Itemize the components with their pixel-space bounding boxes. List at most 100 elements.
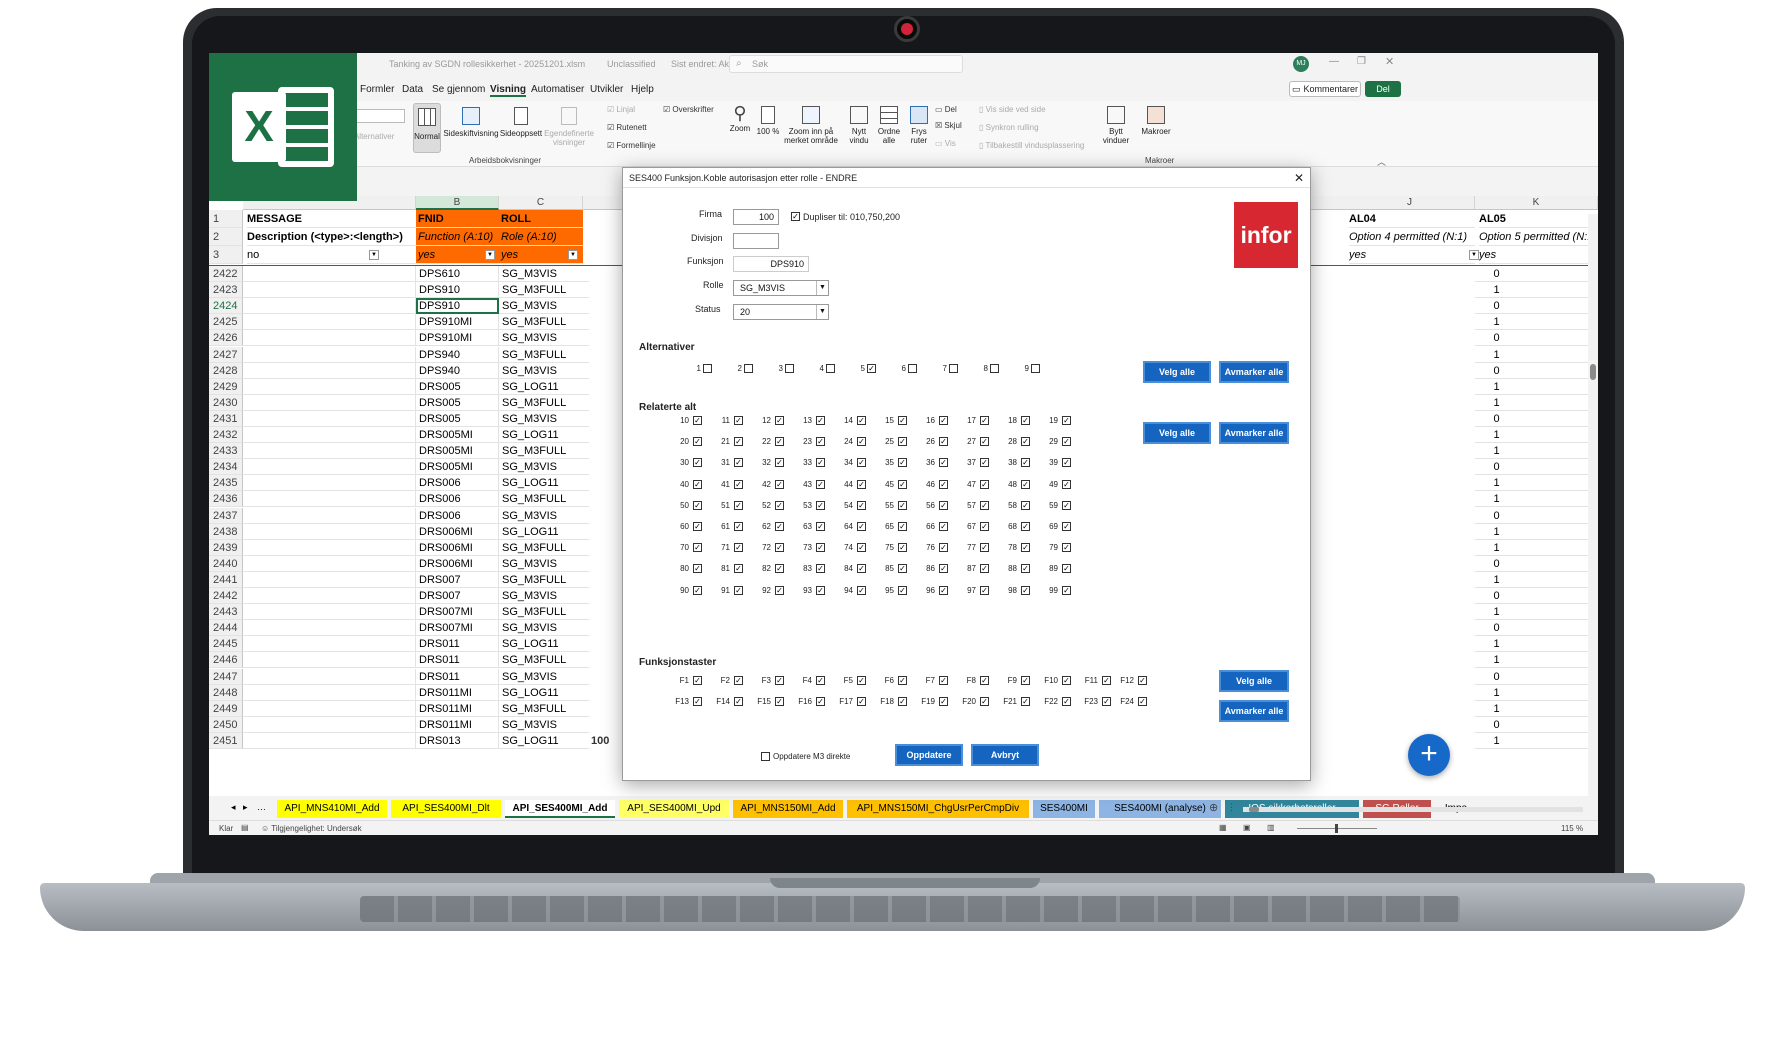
related-option-checkbox[interactable]: ✓ (980, 500, 989, 510)
related-option-checkbox[interactable]: ✓ (857, 564, 866, 574)
table-cell-k[interactable]: 1 (1475, 427, 1588, 443)
table-cell-roll[interactable]: SG_LOG11 (499, 475, 589, 492)
table-cell-a[interactable] (243, 266, 416, 282)
table-cell-fnid[interactable]: DRS011MI (416, 716, 499, 733)
menu-review[interactable]: Se gjennom (432, 84, 485, 95)
ruler-checkbox[interactable]: ☑ Linjal (607, 105, 635, 114)
table-cell-fnid[interactable]: DPS910 (416, 282, 499, 299)
function-key-checkbox[interactable]: ✓ (775, 676, 784, 685)
table-cell-fnid[interactable]: DRS007MI (416, 604, 499, 621)
related-option-checkbox[interactable]: ✓ (857, 416, 866, 425)
row-number[interactable]: 2423 (209, 282, 243, 299)
related-option-checkbox[interactable]: ✓ (1021, 585, 1030, 595)
table-cell-a[interactable] (243, 346, 416, 363)
related-option-checkbox[interactable]: ✓ (1062, 437, 1071, 447)
related-option-checkbox[interactable]: ✓ (857, 479, 866, 489)
related-option-checkbox[interactable]: ✓ (1062, 479, 1071, 489)
alt-option-checkbox[interactable] (744, 364, 753, 373)
table-cell-k[interactable]: 0 (1475, 620, 1588, 637)
function-key-checkbox[interactable]: ✓ (693, 697, 702, 706)
page-layout-status-icon[interactable]: ▣ (1243, 823, 1251, 832)
related-option-checkbox[interactable]: ✓ (775, 416, 784, 425)
table-cell-a[interactable] (243, 571, 416, 588)
table-cell-roll[interactable]: SG_LOG11 (499, 379, 589, 395)
table-cell-roll[interactable]: SG_M3FULL (499, 347, 589, 363)
alt-option-checkbox[interactable] (1031, 364, 1040, 373)
vertical-scrollbar[interactable] (1588, 214, 1598, 796)
alt-option-checkbox[interactable] (990, 364, 999, 373)
fkey-select-all-button[interactable]: Velg alle (1219, 670, 1289, 692)
related-option-checkbox[interactable]: ✓ (734, 437, 743, 447)
row-number[interactable]: 2445 (209, 636, 243, 653)
table-cell-roll[interactable]: SG_M3FULL (499, 395, 589, 411)
dialog-close-icon[interactable]: ✕ (1294, 168, 1304, 188)
related-option-checkbox[interactable]: ✓ (1021, 543, 1030, 553)
related-option-checkbox[interactable]: ✓ (775, 479, 784, 489)
table-cell-fnid[interactable]: DPS940 (416, 346, 499, 363)
table-cell-fnid[interactable]: DRS006 (416, 507, 499, 524)
table-cell-roll[interactable]: SG_M3VIS (499, 588, 589, 604)
function-key-checkbox[interactable]: ✓ (1062, 697, 1071, 706)
column-header-b[interactable]: B (416, 196, 499, 210)
table-cell-k[interactable]: 0 (1475, 717, 1588, 733)
function-key-checkbox[interactable]: ✓ (734, 676, 743, 685)
table-cell-a[interactable] (243, 378, 416, 395)
table-cell-a[interactable] (243, 539, 416, 556)
function-key-checkbox[interactable]: ✓ (816, 676, 825, 685)
function-key-checkbox[interactable]: ✓ (775, 697, 784, 706)
table-cell-a[interactable] (243, 459, 416, 476)
table-cell-fnid[interactable]: DRS011 (416, 668, 499, 685)
related-option-checkbox[interactable]: ✓ (734, 416, 743, 425)
table-cell-roll[interactable]: SG_M3VIS (499, 298, 589, 315)
row-number[interactable]: 2451 (209, 732, 243, 749)
zoom-slider[interactable] (1297, 824, 1377, 833)
table-cell-a[interactable] (243, 507, 416, 524)
row-number[interactable]: 2428 (209, 362, 243, 379)
table-cell-roll[interactable]: SG_LOG11 (499, 524, 589, 540)
header-cell-j[interactable]: AL04 (1349, 210, 1475, 228)
row-number[interactable]: 2434 (209, 459, 243, 476)
alt-option-checkbox[interactable] (785, 364, 794, 373)
alt-deselect-all-button[interactable]: Avmarker alle (1219, 361, 1289, 383)
page-break-view-button[interactable]: Sideskiftvisning (443, 107, 499, 147)
row-number[interactable]: 2425 (209, 314, 243, 331)
related-option-checkbox[interactable]: ✓ (980, 564, 989, 574)
related-option-checkbox[interactable]: ✓ (1062, 564, 1071, 574)
related-option-checkbox[interactable]: ✓ (816, 500, 825, 510)
function-key-checkbox[interactable]: ✓ (980, 697, 989, 706)
zoom-100-button[interactable]: 100 % (755, 103, 781, 147)
filter-dropdown-icon[interactable]: ▼ (369, 250, 379, 260)
row-number[interactable]: 2427 (209, 346, 243, 363)
table-cell-roll[interactable]: SG_M3VIS (499, 620, 589, 637)
table-cell-a[interactable] (243, 555, 416, 572)
related-option-checkbox[interactable]: ✓ (1062, 585, 1071, 595)
related-option-checkbox[interactable]: ✓ (980, 458, 989, 468)
function-key-checkbox[interactable]: ✓ (734, 697, 743, 706)
related-option-checkbox[interactable]: ✓ (1021, 500, 1030, 510)
freeze-panes-button[interactable]: Frys ruter (905, 103, 933, 153)
table-cell-roll[interactable]: SG_LOG11 (499, 636, 589, 653)
related-option-checkbox[interactable]: ✓ (734, 543, 743, 553)
accessibility-status[interactable]: ☺ Tilgjengelighet: Undersøk (261, 824, 362, 833)
related-option-checkbox[interactable]: ✓ (898, 458, 907, 468)
table-cell-roll[interactable]: SG_M3VIS (499, 508, 589, 524)
function-key-checkbox[interactable]: ✓ (857, 697, 866, 706)
macros-button[interactable]: Makroer (1139, 103, 1173, 147)
fkey-deselect-all-button[interactable]: Avmarker alle (1219, 700, 1289, 722)
table-cell-fnid[interactable]: DPS910MI (416, 330, 499, 347)
table-cell-k[interactable]: 0 (1475, 459, 1588, 476)
add-sheet-icon[interactable]: ⊕ (1209, 801, 1218, 814)
table-cell-k[interactable]: 0 (1475, 266, 1588, 282)
table-cell-fnid[interactable]: DRS005MI (416, 427, 499, 443)
related-option-checkbox[interactable]: ✓ (1062, 458, 1071, 468)
new-window-button[interactable]: Nytt vindu (845, 103, 873, 153)
add-fab-button[interactable]: + (1408, 734, 1450, 776)
alt-option-checkbox[interactable]: ✓ (867, 364, 876, 373)
funksjon-input[interactable]: DPS910 (733, 256, 809, 272)
table-cell-roll[interactable]: SG_LOG11 (499, 427, 589, 443)
related-option-checkbox[interactable]: ✓ (898, 500, 907, 510)
function-key-checkbox[interactable]: ✓ (1102, 676, 1111, 685)
sheet-tab[interactable]: API_SES400MI_Upd (619, 800, 729, 818)
related-option-checkbox[interactable]: ✓ (816, 564, 825, 574)
row-number[interactable]: 2439 (209, 539, 243, 556)
